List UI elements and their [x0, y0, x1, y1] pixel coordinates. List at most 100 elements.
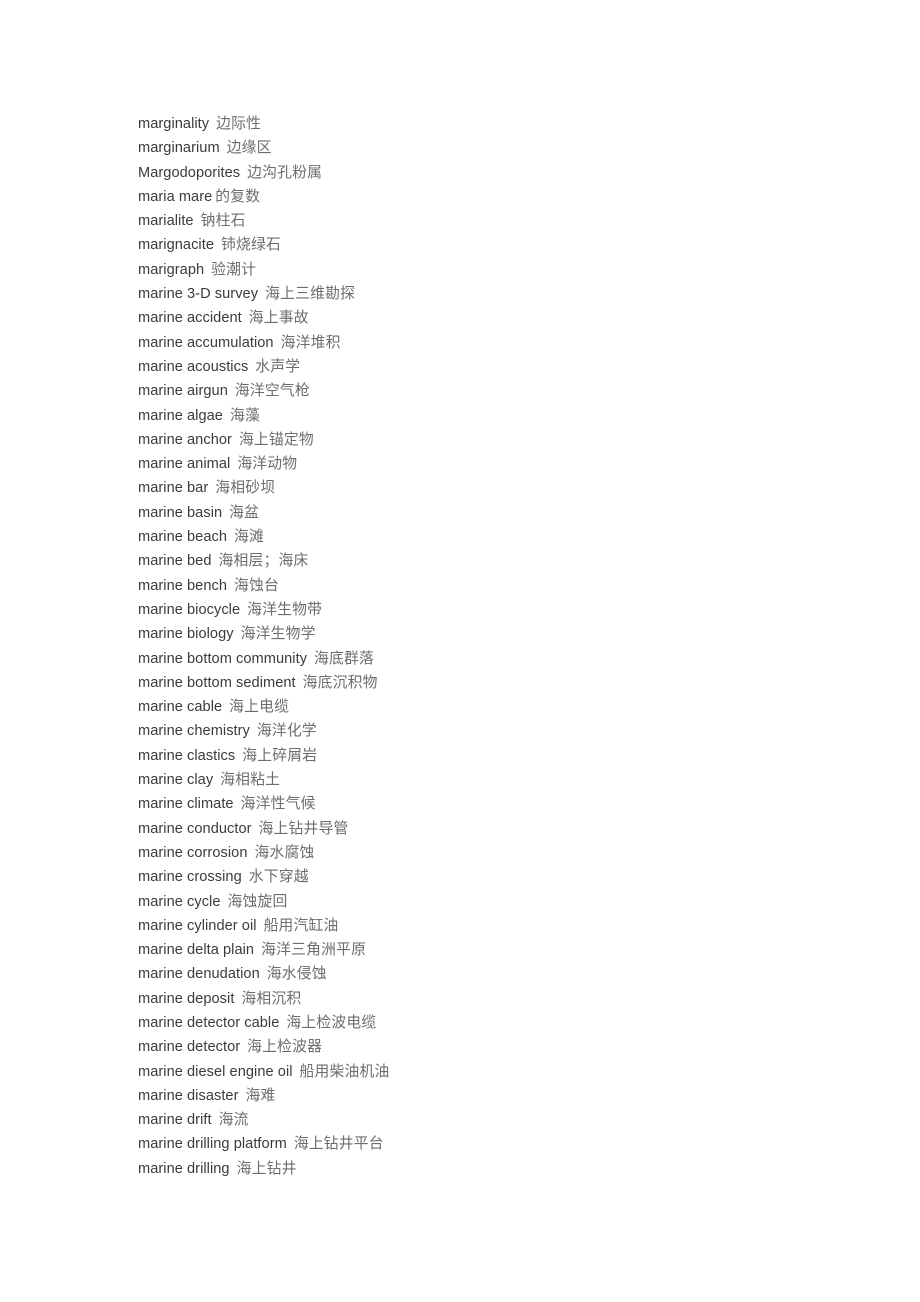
glossary-entry-list: marginality 边际性 marginarium 边缘区 Margodoporit…: [138, 112, 838, 1181]
glossary-entry: marine conductor 海上钻井导管: [138, 817, 838, 841]
term-english: marine chemistry: [138, 723, 250, 740]
glossary-entry: marine cable 海上电缆: [138, 695, 838, 719]
term-chinese: 海洋空气枪: [234, 382, 310, 400]
term-english: marine delta plain: [138, 942, 255, 959]
term-english: marigraph: [138, 261, 205, 278]
term-english: marine biocycle: [138, 601, 241, 618]
term-chinese: 海上钻井: [236, 1159, 297, 1177]
glossary-page: marginality 边际性 marginarium 边缘区 Margodoporit…: [0, 0, 920, 1302]
term-english: Margodoporites: [138, 164, 241, 181]
term-english: marine beach: [138, 529, 228, 546]
term-chinese: 船用汽缸油: [263, 916, 339, 934]
term-english: marine crossing: [138, 869, 242, 886]
glossary-entry: marine diesel engine oil 船用柴油机油: [138, 1060, 838, 1084]
term-chinese: 海相层；海床: [218, 552, 309, 570]
term-chinese: 边沟孔粉属: [247, 163, 323, 181]
term-chinese: 海洋动物: [237, 455, 298, 473]
term-english: marine cycle: [138, 893, 221, 910]
term-english: marine clay: [138, 772, 214, 789]
term-english: marine bottom community: [138, 650, 308, 667]
glossary-entry: marine animal 海洋动物: [138, 452, 838, 476]
term-english: marine anchor: [138, 431, 232, 448]
term-chinese: 海相粘土: [220, 771, 281, 789]
term-english: marine algae: [138, 407, 223, 424]
glossary-entry: marine algae 海藻: [138, 404, 838, 428]
glossary-entry: marine airgun 海洋空气枪: [138, 379, 838, 403]
term-english: marine disaster: [138, 1087, 239, 1104]
term-english: marine accident: [138, 310, 242, 327]
term-english: marine bar: [138, 480, 209, 497]
term-chinese: 验潮计: [211, 260, 257, 278]
term-english: marine drilling: [138, 1160, 230, 1177]
glossary-entry: marine anchor 海上锚定物: [138, 428, 838, 452]
glossary-entry: marine basin 海盆: [138, 501, 838, 525]
term-english: marine airgun: [138, 383, 228, 400]
glossary-entry: marine drilling 海上钻井: [138, 1157, 838, 1181]
term-english: marialite: [138, 213, 194, 230]
term-english: maria mare: [138, 188, 213, 205]
glossary-entry: marine bottom sediment 海底沉积物: [138, 671, 838, 695]
term-chinese: 海洋堆积: [280, 333, 341, 351]
term-chinese: 海上钻井平台: [293, 1135, 384, 1153]
term-chinese: 海洋生物学: [240, 625, 316, 643]
term-chinese: 铈烧绿石: [220, 236, 281, 254]
glossary-entry: marine chemistry 海洋化学: [138, 719, 838, 743]
glossary-entry: marginarium 边缘区: [138, 136, 838, 160]
term-chinese: 海蚀台: [234, 576, 280, 594]
glossary-entry: marigraph 验潮计: [138, 258, 838, 282]
glossary-entry: marine drift 海流: [138, 1108, 838, 1132]
term-chinese: 海滩: [234, 528, 265, 546]
glossary-entry: marine bottom community 海底群落: [138, 647, 838, 671]
glossary-entry: marine accumulation 海洋堆积: [138, 331, 838, 355]
term-english: marine deposit: [138, 990, 235, 1007]
term-english: marine bench: [138, 577, 228, 594]
glossary-entry: marine accident 海上事故: [138, 306, 838, 330]
term-english: marine denudation: [138, 966, 260, 983]
term-english: marine diesel engine oil: [138, 1063, 293, 1080]
term-chinese: 海难: [245, 1086, 276, 1104]
term-chinese: 海流: [218, 1111, 249, 1129]
term-chinese: 边缘区: [226, 139, 272, 157]
glossary-entry: marine denudation 海水侵蚀: [138, 962, 838, 986]
glossary-entry: marine 3-D survey 海上三维勘探: [138, 282, 838, 306]
term-english: marine cylinder oil: [138, 917, 257, 934]
term-english: marine detector: [138, 1039, 241, 1056]
glossary-entry: marine biology 海洋生物学: [138, 622, 838, 646]
term-chinese: 边际性: [216, 115, 262, 132]
term-chinese: 海上检波器: [247, 1038, 323, 1056]
glossary-entry: marine bed 海相层；海床: [138, 549, 838, 573]
term-chinese: 海洋化学: [256, 722, 317, 740]
term-english: marine cable: [138, 699, 223, 716]
glossary-entry: marine deposit 海相沉积: [138, 987, 838, 1011]
glossary-entry: marine clay 海相粘土: [138, 768, 838, 792]
term-chinese: 海上事故: [248, 309, 309, 327]
glossary-entry: marine clastics 海上碎屑岩: [138, 744, 838, 768]
term-chinese: 海洋生物带: [247, 600, 323, 618]
term-english: marine corrosion: [138, 844, 248, 861]
term-english: marine conductor: [138, 820, 252, 837]
term-chinese: 海底沉积物: [302, 673, 378, 691]
term-english: marine climate: [138, 796, 234, 813]
term-chinese: 海蚀旋回: [227, 892, 288, 910]
term-chinese: 海上锚定物: [238, 430, 314, 448]
glossary-entry: marine bench 海蚀台: [138, 574, 838, 598]
glossary-entry: marine climate 海洋性气候: [138, 792, 838, 816]
term-english: marine acoustics: [138, 358, 249, 375]
term-english: marginarium: [138, 140, 220, 157]
term-chinese: 水声学: [255, 357, 301, 375]
term-chinese: 海藻: [229, 406, 260, 424]
term-english: marginality: [138, 116, 210, 132]
term-chinese: 的复数: [215, 187, 261, 205]
term-english: marine basin: [138, 504, 223, 521]
term-english: marine 3-D survey: [138, 286, 259, 303]
term-chinese: 海相砂坝: [215, 479, 276, 497]
term-english: marine detector cable: [138, 1014, 280, 1031]
glossary-entry: marine drilling platform 海上钻井平台: [138, 1132, 838, 1156]
glossary-entry: marine cycle 海蚀旋回: [138, 890, 838, 914]
term-chinese: 海水腐蚀: [254, 843, 315, 861]
term-english: marine biology: [138, 626, 234, 643]
glossary-entry: marine acoustics 水声学: [138, 355, 838, 379]
term-chinese: 船用柴油机油: [299, 1062, 390, 1080]
term-chinese: 海上检波电缆: [286, 1013, 377, 1031]
term-chinese: 海上三维勘探: [265, 285, 356, 303]
